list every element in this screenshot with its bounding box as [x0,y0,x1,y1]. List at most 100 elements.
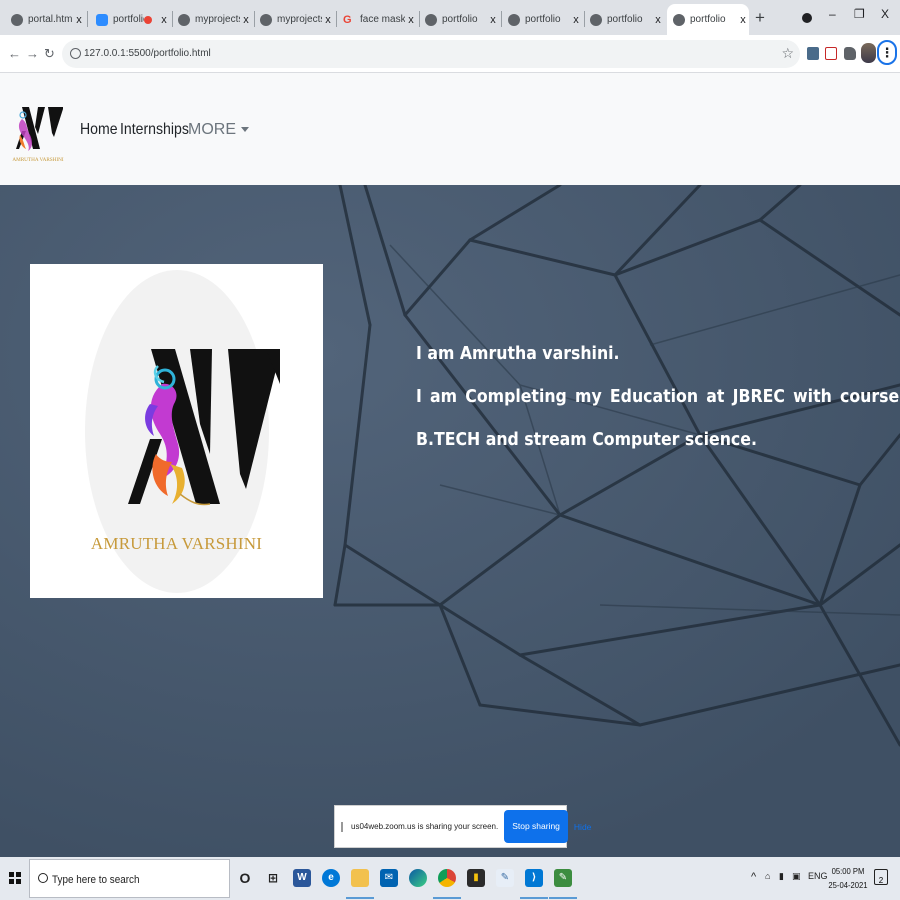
notification-center-icon[interactable]: 2 [874,869,888,885]
chrome-icon[interactable] [438,869,456,887]
extensions-puzzle-icon[interactable] [844,47,856,60]
browser-tab[interactable]: Gface mask detex [337,4,417,35]
sticky-app-icon[interactable]: ▮ [467,869,485,887]
tab-title: portfolio [607,14,643,25]
hide-button[interactable]: Hide [574,822,591,832]
profile-avatar[interactable] [861,43,876,63]
word-icon[interactable]: W [293,869,311,887]
browser-menu-icon[interactable]: ⋮ [877,40,897,65]
maximize-button[interactable]: ❐ [854,7,865,21]
url-text[interactable]: 127.0.0.1:5500/portfolio.html [84,48,211,59]
tab-close-icon[interactable]: x [405,14,417,26]
extension-lock-icon[interactable] [807,47,819,60]
nav-home-link[interactable]: Home [80,121,118,139]
intro-word: Completing [465,387,567,407]
clock-date: 25-04-2021 [828,880,868,890]
tab-close-icon[interactable]: x [73,14,85,26]
tab-close-icon[interactable]: x [487,14,499,26]
browser-tab[interactable]: portal.html x [5,4,85,35]
vscode-icon[interactable]: ⟩ [525,869,543,887]
globe-icon [590,13,602,26]
brand-logo[interactable]: AMRUTHA VARSHINI [8,89,68,169]
profile-photo-card: AMRUTHA VARSHINI [30,264,323,598]
system-clock[interactable]: 05:00 PM 25-04-2021 [828,864,868,892]
intro-text: I am Amrutha varshini. Iam Completing my Ed… [416,333,899,462]
language-indicator[interactable]: ENG [808,871,828,881]
nav-internships-link[interactable]: Internships [120,121,189,139]
globe-icon [508,13,520,26]
browser-tab[interactable]: portfolio x [90,4,170,35]
active-app-indicator [549,897,577,899]
site-info-icon[interactable] [70,48,81,59]
new-tab-button[interactable]: + [755,8,765,28]
minimize-button[interactable]: – [829,7,836,21]
nav-more-dropdown[interactable]: MORE [188,121,249,139]
tab-title: portfolio [690,14,726,25]
google-icon: G [343,13,352,26]
onedrive-icon[interactable]: ⌂ [765,871,770,881]
photo-caption: AMRUTHA VARSHINI [90,534,263,553]
python-idle-icon[interactable]: ✎ [496,869,514,887]
extension-shield-icon[interactable] [825,47,837,60]
search-icon [38,873,48,883]
intro-word: am [430,387,458,407]
edge-icon[interactable] [409,869,427,887]
forward-arrow-icon[interactable]: → [26,46,39,61]
network-icon[interactable]: ▣ [792,871,801,882]
windows-start-icon[interactable] [9,872,21,884]
hero-section: AMRUTHA VARSHINI I am Amrutha varshini. … [0,185,900,857]
browser-toolbar: ← → ↻ 127.0.0.1:5500/portfolio.html ☆ ⋮ [0,35,900,73]
close-window-button[interactable]: X [881,7,889,21]
browser-tab[interactable]: portfolio x [419,4,499,35]
tab-separator [87,11,88,27]
share-message: us04web.zoom.us is sharing your screen. [351,822,499,831]
active-app-indicator [433,897,461,899]
browser-tab[interactable]: portfolio x [584,4,664,35]
task-view-icon[interactable]: ⊞ [264,869,282,887]
tab-search-icon[interactable] [802,13,812,23]
back-arrow-icon[interactable]: ← [8,46,21,61]
nav-more-label: MORE [188,121,236,138]
tab-title: portfolio [442,14,478,25]
globe-icon [673,13,685,26]
tab-close-icon[interactable]: x [158,14,170,26]
edge-legacy-icon[interactable]: e [322,869,340,887]
address-bar[interactable]: 127.0.0.1:5500/portfolio.html ☆ [62,40,800,68]
caret-down-icon [241,126,249,132]
windows-taskbar: Type here to search O ⊞ W e ✉ ▮ ✎ ⟩ ✎ ^ … [0,857,900,900]
intro-word: my [575,387,602,407]
drag-handle-icon[interactable] [341,821,343,832]
clock-time: 05:00 PM [831,866,865,876]
globe-icon [260,13,272,26]
tab-close-icon[interactable]: x [737,14,749,26]
browser-tab[interactable]: myprojects x [172,4,252,35]
zoom-icon [96,13,108,26]
microphone-icon[interactable]: ▮ [779,871,784,882]
tab-close-icon[interactable]: x [322,14,334,26]
tab-close-icon[interactable]: x [652,14,664,26]
tab-close-icon[interactable]: x [570,14,582,26]
taskbar-search-box[interactable]: Type here to search [29,859,230,898]
intro-word: course [839,387,900,407]
tab-title: portfolio [525,14,561,25]
globe-icon [11,13,23,26]
cortana-icon[interactable]: O [236,869,254,887]
file-explorer-icon[interactable] [351,869,369,887]
browser-tab-strip: portal.htmlxportfolioxmyprojectsxmyproje… [0,0,900,35]
notepad-plus-icon[interactable]: ✎ [554,869,572,887]
taskbar-search-placeholder: Type here to search [52,874,140,886]
reload-icon[interactable]: ↻ [44,46,55,62]
stop-sharing-button[interactable]: Stop sharing [504,810,568,843]
browser-tab[interactable]: portfolio x [502,4,582,35]
logo-caption: AMRUTHA VARSHINI [12,157,64,163]
tray-chevron-icon[interactable]: ^ [751,871,756,883]
bookmark-star-icon[interactable]: ☆ [781,45,794,62]
intro-word: with [793,387,832,407]
tab-title: portal.html [28,14,73,25]
mail-icon[interactable]: ✉ [380,869,398,887]
browser-tab[interactable]: portfolio x [667,4,749,35]
intro-word: JBREC [732,387,785,407]
active-app-indicator [520,897,548,899]
browser-tab[interactable]: myprojects x [254,4,334,35]
tab-close-icon[interactable]: x [240,14,252,26]
